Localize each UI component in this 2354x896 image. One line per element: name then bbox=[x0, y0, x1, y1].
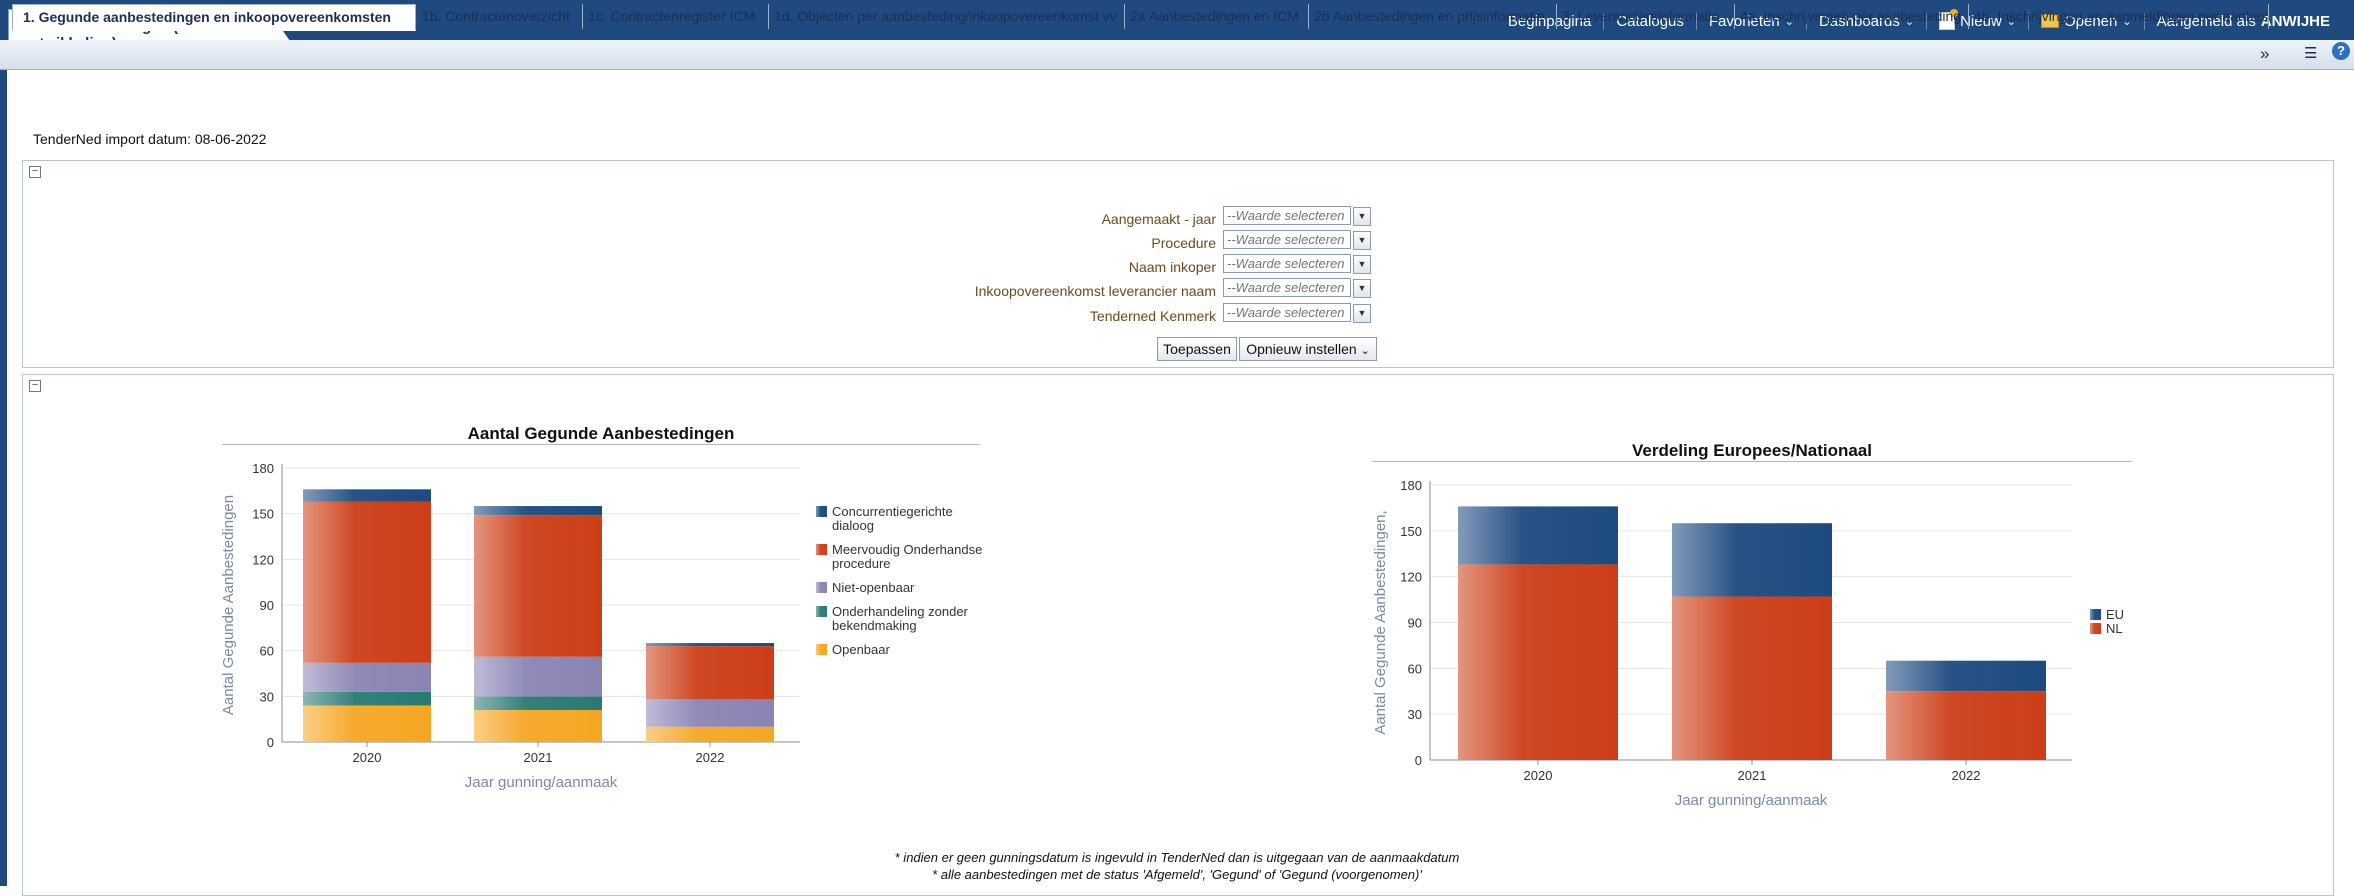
chart1-bar-concurrentiegerichte-dialoog-2021 bbox=[474, 506, 602, 516]
chart1-x-tick-label: 2020 bbox=[353, 750, 382, 765]
chart2-x-axis-title: Jaar gunning/aanmaak bbox=[1675, 792, 1828, 809]
chart2-bar-nl-2020 bbox=[1458, 564, 1618, 760]
chart2-bar-eu-2022 bbox=[1886, 660, 2046, 692]
chart2-y-tick-label: 0 bbox=[1415, 753, 1422, 768]
chart1-bar-openbaar-2022 bbox=[646, 726, 774, 742]
chart2-legend-swatch bbox=[2090, 609, 2101, 620]
chart2-y-tick-label: 60 bbox=[1408, 661, 1422, 676]
chart1-legend-label: Onderhandeling zonder bbox=[832, 604, 969, 619]
chart1-y-axis-title: Aantal Gegunde Aanbestedingen bbox=[220, 495, 237, 715]
chart1-bar-niet-openbaar-2020 bbox=[303, 662, 431, 692]
chart-aantal-gegunde: 0 30 60 90 120 150 180 2020 2021 2022 Jaar gunning… bbox=[220, 461, 2124, 809]
chart1-bar-meervoudig-onderhandse-procedure-2021 bbox=[474, 515, 602, 657]
chart1-bar-concurrentiegerichte-dialoog-2022 bbox=[646, 643, 774, 647]
chart2-x-tick-label: 2021 bbox=[1738, 768, 1767, 783]
chart1-legend-label: Meervoudig Onderhandse bbox=[832, 542, 982, 557]
chart1-legend-swatch bbox=[816, 544, 827, 555]
chart1-bar-onderhandeling-zonder-bekendmaking-2021 bbox=[474, 696, 602, 711]
chart1-x-axis-title: Jaar gunning/aanmaak bbox=[465, 774, 618, 791]
chart1-legend-swatch bbox=[816, 506, 827, 517]
chart1-y-tick-label: 180 bbox=[252, 461, 274, 476]
chart2-legend-label: EU bbox=[2106, 607, 2124, 622]
chart1-y-tick-label: 150 bbox=[252, 507, 274, 522]
chart2-y-tick-label: 120 bbox=[1400, 570, 1422, 585]
chart1-bar-concurrentiegerichte-dialoog-2020 bbox=[303, 489, 431, 502]
chart2-y-tick-label: 150 bbox=[1400, 524, 1422, 539]
footnote-2: * alle aanbestedingen met de status 'Afg… bbox=[932, 867, 1422, 882]
chart1-bar-openbaar-2021 bbox=[474, 710, 602, 742]
chart1-y-tick-label: 60 bbox=[260, 644, 274, 659]
chart1-legend-swatch bbox=[816, 606, 827, 617]
chart2-y-tick-label: 90 bbox=[1408, 616, 1422, 631]
chart2-y-axis-title: Aantal Gegunde Aanbestedingen, bbox=[1372, 510, 1389, 734]
chart1-bar-niet-openbaar-2021 bbox=[474, 656, 602, 697]
chart1-bar-onderhandeling-zonder-bekendmaking-2020 bbox=[303, 691, 431, 706]
chart2-y-tick-label: 30 bbox=[1408, 707, 1422, 722]
chart1-legend-label: Niet-openbaar bbox=[832, 580, 915, 595]
chart1-bar-meervoudig-onderhandse-procedure-2020 bbox=[303, 501, 431, 663]
chart1-legend-label: Concurrentiegerichte bbox=[832, 504, 953, 519]
chart1-legend-swatch bbox=[816, 582, 827, 593]
chart1-legend-label: Openbaar bbox=[832, 642, 890, 657]
chart1-legend-label: bekendmaking bbox=[832, 618, 917, 633]
chart1-y-tick-label: 90 bbox=[260, 598, 274, 613]
footnote-1: * indien er geen gunningsdatum is ingevu… bbox=[894, 850, 1460, 865]
chart2-legend-label: NL bbox=[2106, 621, 2123, 636]
chart1-bar-openbaar-2020 bbox=[303, 705, 431, 742]
chart1-y-tick-label: 120 bbox=[252, 552, 274, 567]
chart1-bar-meervoudig-onderhandse-procedure-2022 bbox=[646, 646, 774, 700]
chart1-legend-label: procedure bbox=[832, 556, 891, 571]
chart2-x-tick-label: 2022 bbox=[1952, 768, 1981, 783]
chart2-bar-nl-2022 bbox=[1886, 691, 2046, 760]
chart2-x-tick-label: 2020 bbox=[1524, 768, 1553, 783]
chart2-bar-eu-2021 bbox=[1672, 523, 1832, 597]
chart1-bar-niet-openbaar-2022 bbox=[646, 699, 774, 727]
chart2-bar-eu-2020 bbox=[1458, 506, 1618, 565]
chart2-legend-swatch bbox=[2090, 623, 2101, 634]
chart2-bar-nl-2021 bbox=[1672, 596, 1832, 760]
chart1-x-tick-label: 2022 bbox=[696, 750, 725, 765]
chart2-y-tick-label: 180 bbox=[1400, 478, 1422, 493]
chart1-y-tick-label: 30 bbox=[260, 689, 274, 704]
chart1-y-tick-label: 0 bbox=[267, 735, 274, 750]
chart1-x-tick-label: 2021 bbox=[524, 750, 553, 765]
chart1-legend-swatch bbox=[816, 644, 827, 655]
chart1-legend-label: dialoog bbox=[832, 518, 874, 533]
